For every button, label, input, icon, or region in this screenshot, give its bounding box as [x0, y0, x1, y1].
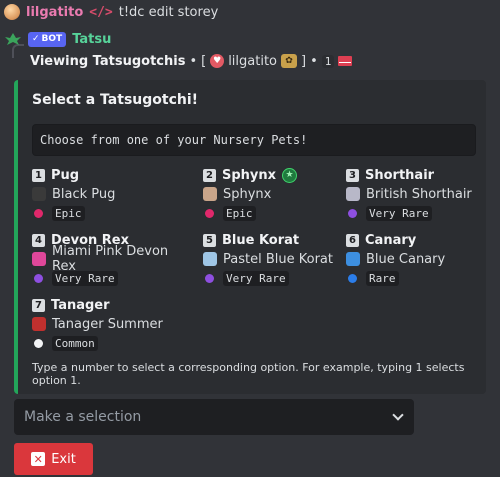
- rarity-label: Very Rare: [366, 205, 432, 221]
- rarity-label: Very Rare: [223, 270, 289, 286]
- sphynx-sprite-icon: [203, 187, 217, 201]
- viewing-line: Viewing Tatsugotchis • [ ♥ lilgatito ✿ ]…: [30, 51, 353, 71]
- pet-variant: Blue Canary: [366, 251, 446, 267]
- number-badge: 1: [32, 168, 45, 182]
- pet-variant: Tanager Summer: [52, 316, 163, 332]
- pet-option: 4 Devon Rex Miami Pink Devon Rex Very Rar…: [32, 231, 182, 291]
- pet-name: Canary: [365, 232, 417, 248]
- rarity-dot-icon: [34, 273, 43, 283]
- pet-variant: Sphynx: [223, 186, 272, 202]
- pet-variant: British Shorthair: [366, 186, 472, 202]
- exit-button[interactable]: ✕ Exit: [14, 443, 93, 475]
- rarity-label: Epic: [223, 205, 256, 221]
- verified-check-icon: ✓: [32, 34, 40, 44]
- tatsu-avatar-icon[interactable]: [4, 30, 22, 48]
- reply-avatar[interactable]: [4, 4, 20, 20]
- bot-badge: ✓ BOT: [28, 31, 67, 47]
- british-shorthair-sprite-icon: [346, 187, 360, 201]
- blue-canary-sprite-icon: [346, 252, 360, 266]
- number-badge: 5: [203, 233, 216, 247]
- pastel-blue-korat-sprite-icon: [203, 252, 217, 266]
- embed-footer: Type a number to select a corresponding …: [32, 361, 465, 387]
- rarity-label: Very Rare: [52, 270, 118, 286]
- reply-username[interactable]: lilgatito: [26, 5, 83, 20]
- exit-button-label: Exit: [51, 451, 76, 467]
- message-author: ✓ BOT Tatsu: [4, 28, 111, 50]
- number-badge: 6: [346, 233, 359, 247]
- rarity-dot-icon: [205, 208, 214, 218]
- pet-option: 7 Tanager Tanager Summer Common: [32, 296, 182, 356]
- bullet-separator-2: •: [310, 53, 318, 69]
- count-pill: 1: [321, 54, 335, 68]
- rarity-dot-icon: [34, 338, 43, 348]
- miami-pink-devon-rex-sprite-icon: [32, 252, 46, 266]
- rarity-dot-icon: [34, 208, 43, 218]
- bullet-separator: •: [189, 53, 198, 69]
- heart-icon: ♥: [210, 54, 225, 68]
- rarity-label: Epic: [52, 205, 85, 221]
- pet-option: 2 Sphynx ★ Sphynx Epic: [203, 166, 353, 226]
- pet-option: 3 Shorthair British Shorthair Very Rare: [346, 166, 496, 226]
- number-badge: 7: [32, 298, 45, 312]
- viewing-user: lilgatito: [228, 53, 278, 69]
- close-x-icon: ✕: [31, 452, 46, 466]
- bot-badge-label: BOT: [41, 34, 63, 44]
- number-badge: 2: [203, 168, 216, 182]
- rarity-dot-icon: [348, 273, 357, 283]
- selection-dropdown[interactable]: Make a selection: [14, 399, 414, 435]
- summer-tanager-sprite-icon: [32, 317, 46, 331]
- rarity-dot-icon: [205, 273, 214, 283]
- rarity-dot-icon: [348, 208, 357, 218]
- star-badge-icon: ★: [282, 167, 298, 183]
- reply-command-text[interactable]: t!dc edit storey: [119, 5, 219, 20]
- open-bracket: [: [201, 53, 207, 69]
- pet-name: Pug: [51, 167, 80, 183]
- number-badge: 3: [346, 168, 359, 182]
- embed-codeblock: Choose from one of your Nursery Pets!: [32, 124, 476, 156]
- reply-header[interactable]: lilgatito </> t!dc edit storey: [0, 0, 500, 24]
- embed-title: Select a Tatsugotchi!: [32, 92, 199, 108]
- pet-option: 6 Canary Blue Canary Rare: [346, 231, 496, 291]
- pet-option: 5 Blue Korat Pastel Blue Korat Very Rare: [203, 231, 353, 291]
- author-name[interactable]: Tatsu: [72, 32, 111, 47]
- pet-name: Shorthair: [365, 167, 435, 183]
- number-badge: 4: [32, 233, 45, 247]
- rarity-label: Rare: [366, 270, 399, 286]
- pet-variant: Pastel Blue Korat: [223, 251, 333, 267]
- slash-command-icon: </>: [89, 4, 113, 20]
- embed-card: Select a Tatsugotchi! Choose from one of…: [14, 80, 486, 394]
- chevron-down-icon: [392, 409, 404, 421]
- pet-name: Sphynx: [222, 167, 277, 183]
- paw-emoji-icon: ✿: [281, 54, 298, 68]
- pet-variant: Miami Pink Devon Rex: [52, 244, 169, 274]
- pet-option: 1 Pug Black Pug Epic: [32, 166, 182, 226]
- pet-name: Blue Korat: [222, 232, 300, 248]
- pet-variant: Black Pug: [52, 186, 116, 202]
- pet-name: Tanager: [51, 297, 110, 313]
- black-pug-sprite-icon: [32, 187, 46, 201]
- rarity-label: Common: [52, 335, 98, 351]
- dropdown-placeholder: Make a selection: [24, 409, 142, 425]
- envelope-icon: [338, 56, 353, 66]
- close-bracket: ]: [301, 53, 307, 69]
- viewing-title: Viewing Tatsugotchis: [30, 53, 186, 69]
